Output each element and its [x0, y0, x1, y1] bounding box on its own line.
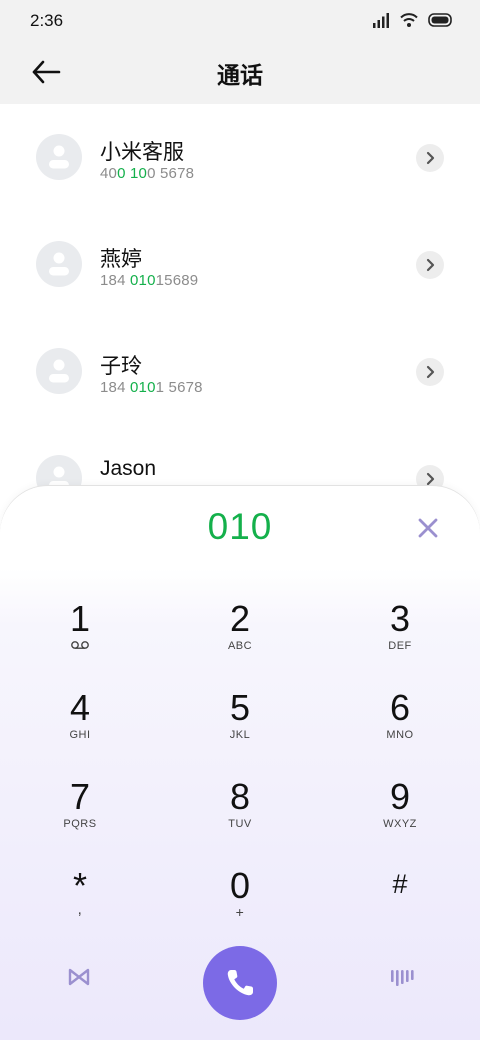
key-8[interactable]: 8 TUV [180, 776, 300, 856]
key-3[interactable]: 3 DEF [340, 598, 460, 678]
chevron-right-icon [426, 258, 435, 272]
key-digit: # [392, 869, 408, 899]
key-digit: 3 [389, 598, 411, 639]
key-letters: , [77, 901, 83, 918]
contact-name: 燕婷 [100, 248, 142, 271]
key-digit: 5 [229, 687, 251, 728]
person-icon [49, 359, 69, 383]
key-digit: 0 [229, 865, 251, 906]
key-digit: 7 [69, 776, 91, 817]
call-button[interactable] [203, 946, 277, 1020]
key-6[interactable]: 6 MNO [340, 687, 460, 767]
key-letters: PQRS [63, 818, 97, 830]
key-0[interactable]: 0 + [180, 865, 300, 945]
close-icon [418, 518, 438, 538]
list-item[interactable]: 子玲 184 0101 5678 [0, 318, 480, 425]
contact-name: 子玲 [100, 355, 142, 378]
bowtie-icon [68, 968, 90, 986]
voicemail-icon [71, 641, 89, 649]
contact-detail-button[interactable] [416, 251, 444, 279]
key-digit: 1 [69, 598, 91, 639]
contact-number: 184 01015689 [100, 272, 199, 289]
status-icons [372, 12, 454, 28]
key-digit: 2 [229, 598, 251, 639]
contact-detail-button[interactable] [416, 358, 444, 386]
key-letters: DEF [388, 640, 412, 652]
contact-detail-button[interactable] [416, 144, 444, 172]
voice-search-button[interactable] [386, 962, 416, 992]
person-icon [49, 252, 69, 276]
key-digit: 6 [389, 687, 411, 728]
key-letters: MNO [386, 729, 414, 741]
list-item[interactable]: 燕婷 184 01015689 [0, 211, 480, 318]
status-time: 2:36 [30, 11, 64, 30]
key-digit: 4 [69, 687, 91, 728]
key-7[interactable]: 7 PQRS [20, 776, 140, 856]
soundwave-icon [391, 970, 414, 986]
key-digit: 8 [229, 776, 251, 817]
key-5[interactable]: 5 JKL [180, 687, 300, 767]
contact-list: 小米客服 400 100 5678 燕婷 184 01015689 子玲 184… [0, 104, 480, 532]
list-item[interactable]: 小米客服 400 100 5678 [0, 104, 480, 211]
dual-sim-button[interactable] [64, 962, 94, 992]
dialpad-panel: 010 1 2 ABC 3 DEF 4 GHI 5 JKL 6 MNO 7 PQ… [0, 486, 480, 1040]
avatar [36, 241, 82, 287]
signal-icon [373, 13, 389, 28]
wifi-icon [400, 13, 418, 27]
key-digit: 9 [389, 776, 411, 817]
key-letters: JKL [229, 729, 251, 741]
avatar [36, 134, 82, 180]
key-1[interactable]: 1 [20, 598, 140, 678]
status-bar: 2:36 [0, 0, 480, 40]
contact-name: Jason [100, 457, 157, 480]
chevron-right-icon [426, 365, 435, 379]
key-letters: + [235, 904, 245, 920]
key-letters: WXYZ [383, 818, 417, 830]
phone-icon [227, 970, 253, 996]
battery-icon [428, 13, 452, 27]
header: 通话 [0, 40, 480, 104]
clear-button[interactable] [414, 514, 442, 542]
key-letters: GHI [69, 729, 91, 741]
page-title: 通话 [217, 62, 263, 88]
key-9[interactable]: 9 WXYZ [340, 776, 460, 856]
key-4[interactable]: 4 GHI [20, 687, 140, 767]
key-hash[interactable]: # [340, 865, 460, 945]
contact-number: 184 0101 5678 [100, 379, 203, 396]
chevron-right-icon [426, 151, 435, 165]
key-letters: ABC [227, 640, 253, 652]
key-star[interactable]: * , [20, 865, 140, 945]
key-2[interactable]: 2 ABC [180, 598, 300, 678]
contact-name: 小米客服 [100, 141, 184, 164]
avatar [36, 348, 82, 394]
dialed-number[interactable]: 010 [0, 506, 480, 548]
contact-number: 400 100 5678 [100, 165, 195, 182]
key-letters: TUV [228, 818, 252, 830]
person-icon [49, 145, 69, 169]
